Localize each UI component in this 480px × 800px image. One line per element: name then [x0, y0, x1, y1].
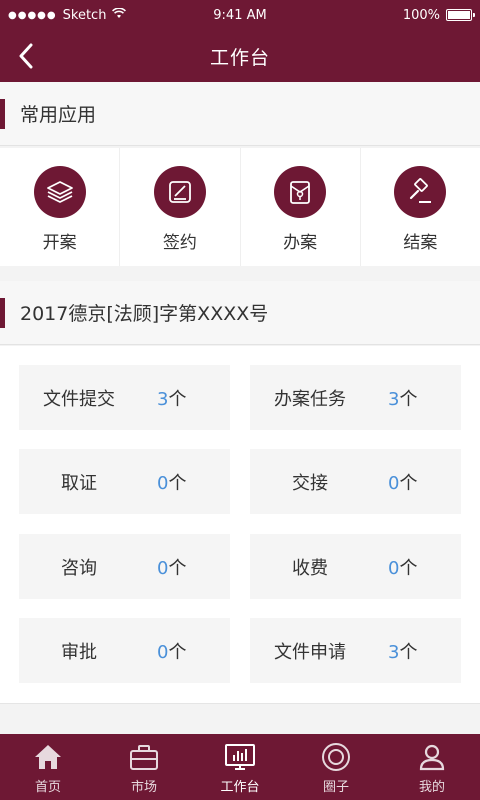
- stat-name: 收费: [292, 557, 328, 579]
- stat-evidence[interactable]: 取证 0个: [19, 449, 230, 514]
- stat-value: 0个: [157, 638, 186, 664]
- stat-consult[interactable]: 咨询 0个: [19, 534, 230, 599]
- circle-icon: [321, 742, 351, 772]
- common-apps-title: 常用应用: [20, 104, 97, 126]
- tab-label: 工作台: [220, 780, 260, 795]
- stat-fee[interactable]: 收费 0个: [250, 534, 461, 599]
- top-bar: ●●●●● Sketch 9:41 AM 100% 工作台: [0, 0, 480, 82]
- app-label: 办案: [283, 233, 318, 253]
- common-apps-row: 开案 签约 办案 结案: [0, 148, 480, 266]
- common-apps-header: 常用应用: [0, 82, 480, 146]
- nav-bar: 工作台: [0, 30, 480, 82]
- section-accent-bar: [0, 98, 5, 129]
- stat-value: 0个: [157, 469, 186, 495]
- app-handle-case[interactable]: 办案: [241, 148, 361, 266]
- battery-icon: [446, 9, 475, 21]
- tab-market[interactable]: 市场: [96, 734, 192, 800]
- sign-icon: [153, 166, 206, 218]
- tab-label: 市场: [130, 780, 157, 795]
- stat-count: 0: [157, 641, 169, 663]
- tab-label: 首页: [34, 780, 61, 795]
- stat-count: 3: [157, 388, 169, 410]
- app-label: 开案: [42, 233, 77, 253]
- stat-unit: 个: [168, 557, 187, 579]
- stat-file-request[interactable]: 文件申请 3个: [250, 618, 461, 683]
- stat-count: 3: [388, 388, 400, 410]
- stat-value: 0个: [157, 554, 186, 580]
- section-accent-bar: [0, 297, 5, 328]
- app-open-case[interactable]: 开案: [0, 148, 121, 266]
- stat-value: 3个: [388, 638, 417, 664]
- stat-unit: 个: [168, 472, 187, 494]
- tab-home[interactable]: 首页: [0, 734, 96, 800]
- stat-unit: 个: [399, 641, 418, 663]
- stat-name: 取证: [61, 472, 97, 494]
- stat-unit: 个: [399, 388, 418, 410]
- home-icon: [33, 742, 63, 772]
- stat-name: 交接: [292, 472, 328, 494]
- app-sign[interactable]: 签约: [120, 148, 241, 266]
- stat-value: 3个: [388, 385, 417, 411]
- stat-name: 办案任务: [274, 388, 346, 410]
- dashboard-icon: [224, 742, 256, 772]
- stat-name: 审批: [61, 641, 97, 663]
- stat-value: 3个: [157, 385, 186, 411]
- back-button[interactable]: [8, 38, 44, 74]
- stat-case-task[interactable]: 办案任务 3个: [250, 365, 461, 430]
- chevron-left-icon: [19, 43, 33, 69]
- case-header: 2017德京[法顾]字第XXXX号: [0, 281, 480, 345]
- stat-unit: 个: [168, 388, 187, 410]
- briefcase-icon: [128, 742, 160, 772]
- stat-file-submit[interactable]: 文件提交 3个: [19, 365, 230, 430]
- layers-icon: [33, 166, 86, 218]
- bottom-tab-bar: 首页 市场 工作台 圈子 我的: [0, 734, 480, 800]
- tab-label: 圈子: [322, 780, 349, 795]
- case-folder-icon: [274, 166, 327, 218]
- stat-count: 3: [388, 641, 400, 663]
- stat-name: 文件提交: [43, 388, 115, 410]
- tab-circle[interactable]: 圈子: [288, 734, 384, 800]
- case-number-title: 2017德京[法顾]字第XXXX号: [20, 303, 269, 325]
- gavel-icon: [394, 166, 447, 218]
- tab-label: 我的: [418, 780, 445, 795]
- stat-name: 文件申请: [274, 641, 346, 663]
- stat-handover[interactable]: 交接 0个: [250, 449, 461, 514]
- stat-count: 0: [388, 472, 400, 494]
- page-title: 工作台: [209, 46, 270, 69]
- app-label: 签约: [162, 233, 197, 253]
- stat-value: 0个: [388, 554, 417, 580]
- stat-name: 咨询: [61, 557, 97, 579]
- stat-count: 0: [157, 557, 169, 579]
- stat-approval[interactable]: 审批 0个: [19, 618, 230, 683]
- status-time: 9:41 AM: [213, 7, 267, 23]
- user-icon: [418, 742, 446, 772]
- stat-value: 0个: [388, 469, 417, 495]
- app-label: 结案: [403, 233, 438, 253]
- stat-unit: 个: [399, 557, 418, 579]
- tab-workbench[interactable]: 工作台: [192, 734, 288, 800]
- stat-count: 0: [388, 557, 400, 579]
- status-bar: ●●●●● Sketch 9:41 AM 100%: [0, 0, 480, 30]
- stat-unit: 个: [168, 641, 187, 663]
- tab-mine[interactable]: 我的: [384, 734, 480, 800]
- app-close-case[interactable]: 结案: [361, 148, 480, 266]
- stat-count: 0: [157, 472, 169, 494]
- case-stats-grid: 文件提交 3个 办案任务 3个 取证 0个 交接 0个 咨询 0个 收费 0个 …: [0, 346, 480, 704]
- stat-unit: 个: [399, 472, 418, 494]
